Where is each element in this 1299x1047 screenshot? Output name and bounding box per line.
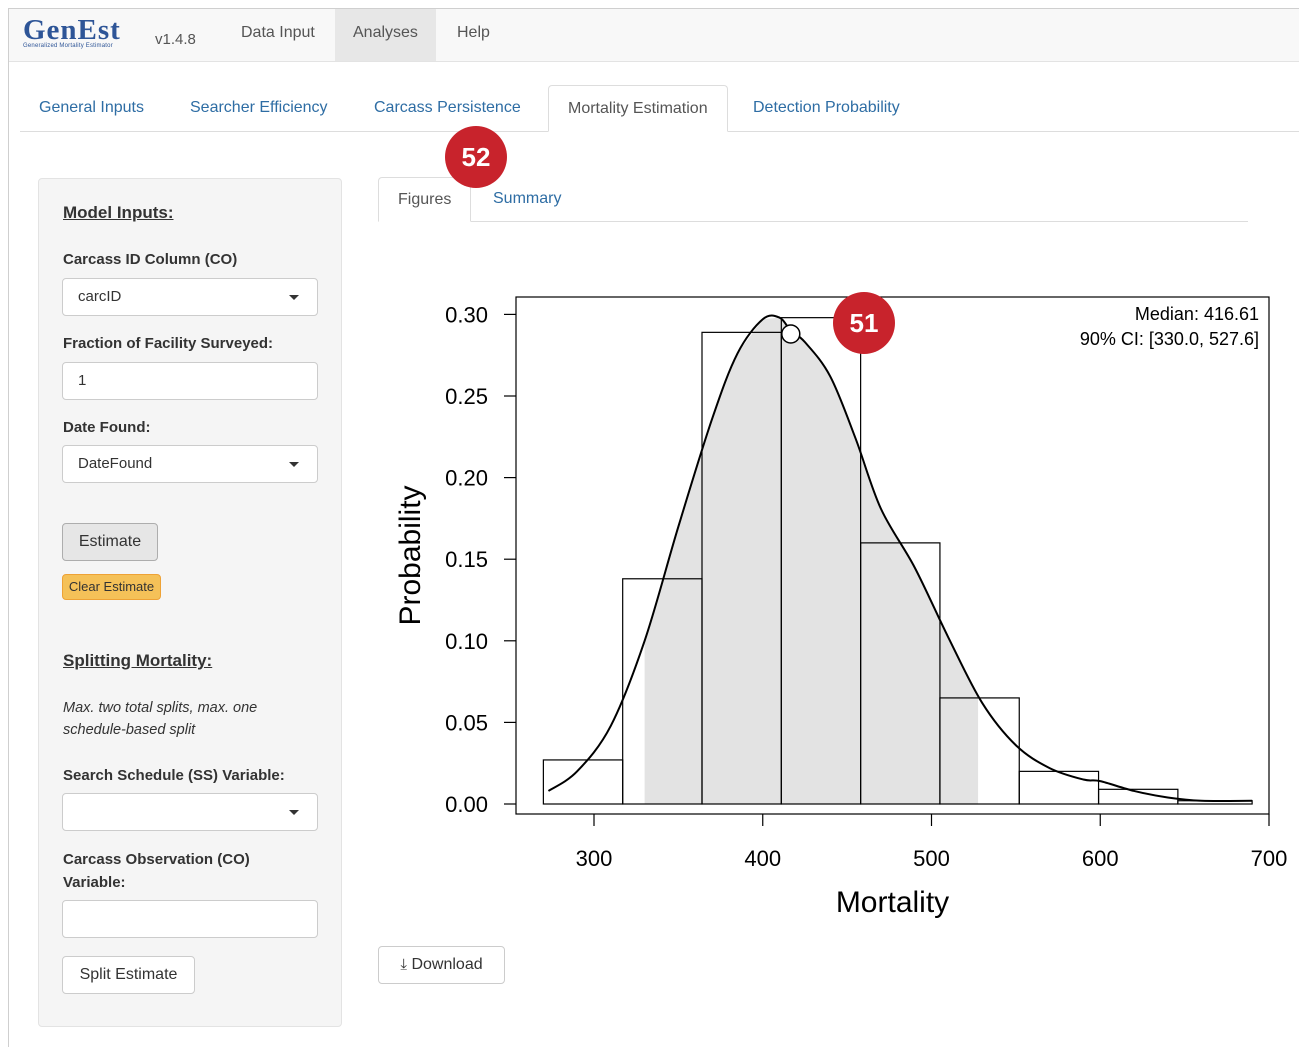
ss-select[interactable] (62, 793, 318, 831)
tab-mortality-estimation[interactable]: Mortality Estimation (548, 85, 728, 132)
y-tick-label: 0.15 (445, 547, 488, 572)
co-label-line1: Carcass Observation (CO) (63, 851, 250, 868)
date-found-label: Date Found: (63, 419, 151, 436)
fraction-label: Fraction of Facility Surveyed: (63, 335, 274, 352)
y-tick-label: 0.25 (445, 384, 488, 409)
download-button[interactable]: ⤓ Download (378, 946, 505, 984)
histogram-bar (542, 759, 624, 805)
model-inputs-panel: Model Inputs: Carcass ID Column (CO) car… (38, 178, 342, 1027)
callout-badge-52: 52 (445, 126, 507, 188)
ci-shaded-region (644, 317, 979, 804)
brand-name: GenEst (23, 14, 121, 46)
model-inputs-heading: Model Inputs: (63, 203, 174, 222)
split-estimate-button[interactable]: Split Estimate (62, 956, 195, 994)
fraction-input[interactable]: 1 (62, 362, 318, 400)
analysis-tabs: General Inputs Searcher Efficiency Carca… (20, 85, 1299, 132)
download-label: Download (411, 956, 483, 973)
tab-detection-probability[interactable]: Detection Probability (734, 85, 919, 131)
co-label-line2: Variable: (63, 874, 126, 891)
download-icon: ⤓ (400, 956, 408, 973)
median-annotation: Median: 416.61 (1135, 304, 1259, 324)
date-found-select[interactable]: DateFound (62, 445, 318, 483)
nav-analyses[interactable]: Analyses (335, 9, 436, 61)
y-tick-label: 0.30 (445, 302, 488, 327)
mortality-chart: 0.00 0.05 0.10 0.15 0.20 0.25 0.30 300 400 500 600… (394, 296, 1288, 919)
splitting-note-line2: schedule-based split (63, 722, 196, 738)
tab-searcher-efficiency[interactable]: Searcher Efficiency (171, 85, 347, 131)
tab-figures[interactable]: Figures (378, 177, 472, 222)
x-tick-label: 500 (913, 846, 950, 871)
chevron-down-icon (289, 295, 299, 300)
carcass-id-select[interactable]: carcID (62, 278, 318, 316)
y-tick-label: 0.10 (445, 629, 488, 654)
callout-badge-51: 51 (833, 292, 895, 354)
nav-data-input[interactable]: Data Input (223, 9, 333, 61)
y-tick-label: 0.00 (445, 792, 488, 817)
x-tick-label: 400 (744, 846, 781, 871)
result-tabs: Figures Summary (378, 177, 1248, 222)
x-axis-label: Mortality (836, 886, 949, 919)
clear-estimate-button[interactable]: Clear Estimate (62, 574, 161, 600)
version-label: v1.4.8 (155, 31, 196, 48)
histogram-bar (1018, 770, 1100, 805)
date-found-value: DateFound (78, 455, 153, 472)
x-tick-label: 700 (1251, 846, 1288, 871)
carcass-id-label: Carcass ID Column (CO) (63, 251, 238, 268)
co-input[interactable] (62, 900, 318, 938)
y-axis-label: Probability (394, 485, 427, 625)
chevron-down-icon (289, 810, 299, 815)
navbar: GenEst Generalized Mortality Estimator v… (9, 9, 1299, 62)
carcass-id-value: carcID (78, 288, 122, 305)
y-tick-label: 0.20 (445, 466, 488, 491)
y-tick-label: 0.05 (445, 710, 488, 735)
splitting-heading: Splitting Mortality: (63, 651, 213, 670)
median-point (781, 324, 801, 344)
tab-general-inputs[interactable]: General Inputs (20, 85, 163, 131)
ss-label: Search Schedule (SS) Variable: (63, 767, 285, 784)
x-tick-label: 600 (1082, 846, 1119, 871)
tab-carcass-persistence[interactable]: Carcass Persistence (355, 85, 540, 131)
x-tick-label: 300 (576, 846, 613, 871)
brand-logo[interactable]: GenEst Generalized Mortality Estimator (23, 15, 121, 49)
chevron-down-icon (289, 462, 299, 467)
nav-help[interactable]: Help (439, 9, 508, 61)
ci-annotation: 90% CI: [330.0, 527.6] (1080, 329, 1259, 349)
splitting-note-line1: Max. two total splits, max. one (63, 700, 258, 716)
estimate-button[interactable]: Estimate (62, 523, 158, 561)
brand-subtitle: Generalized Mortality Estimator (23, 43, 113, 49)
